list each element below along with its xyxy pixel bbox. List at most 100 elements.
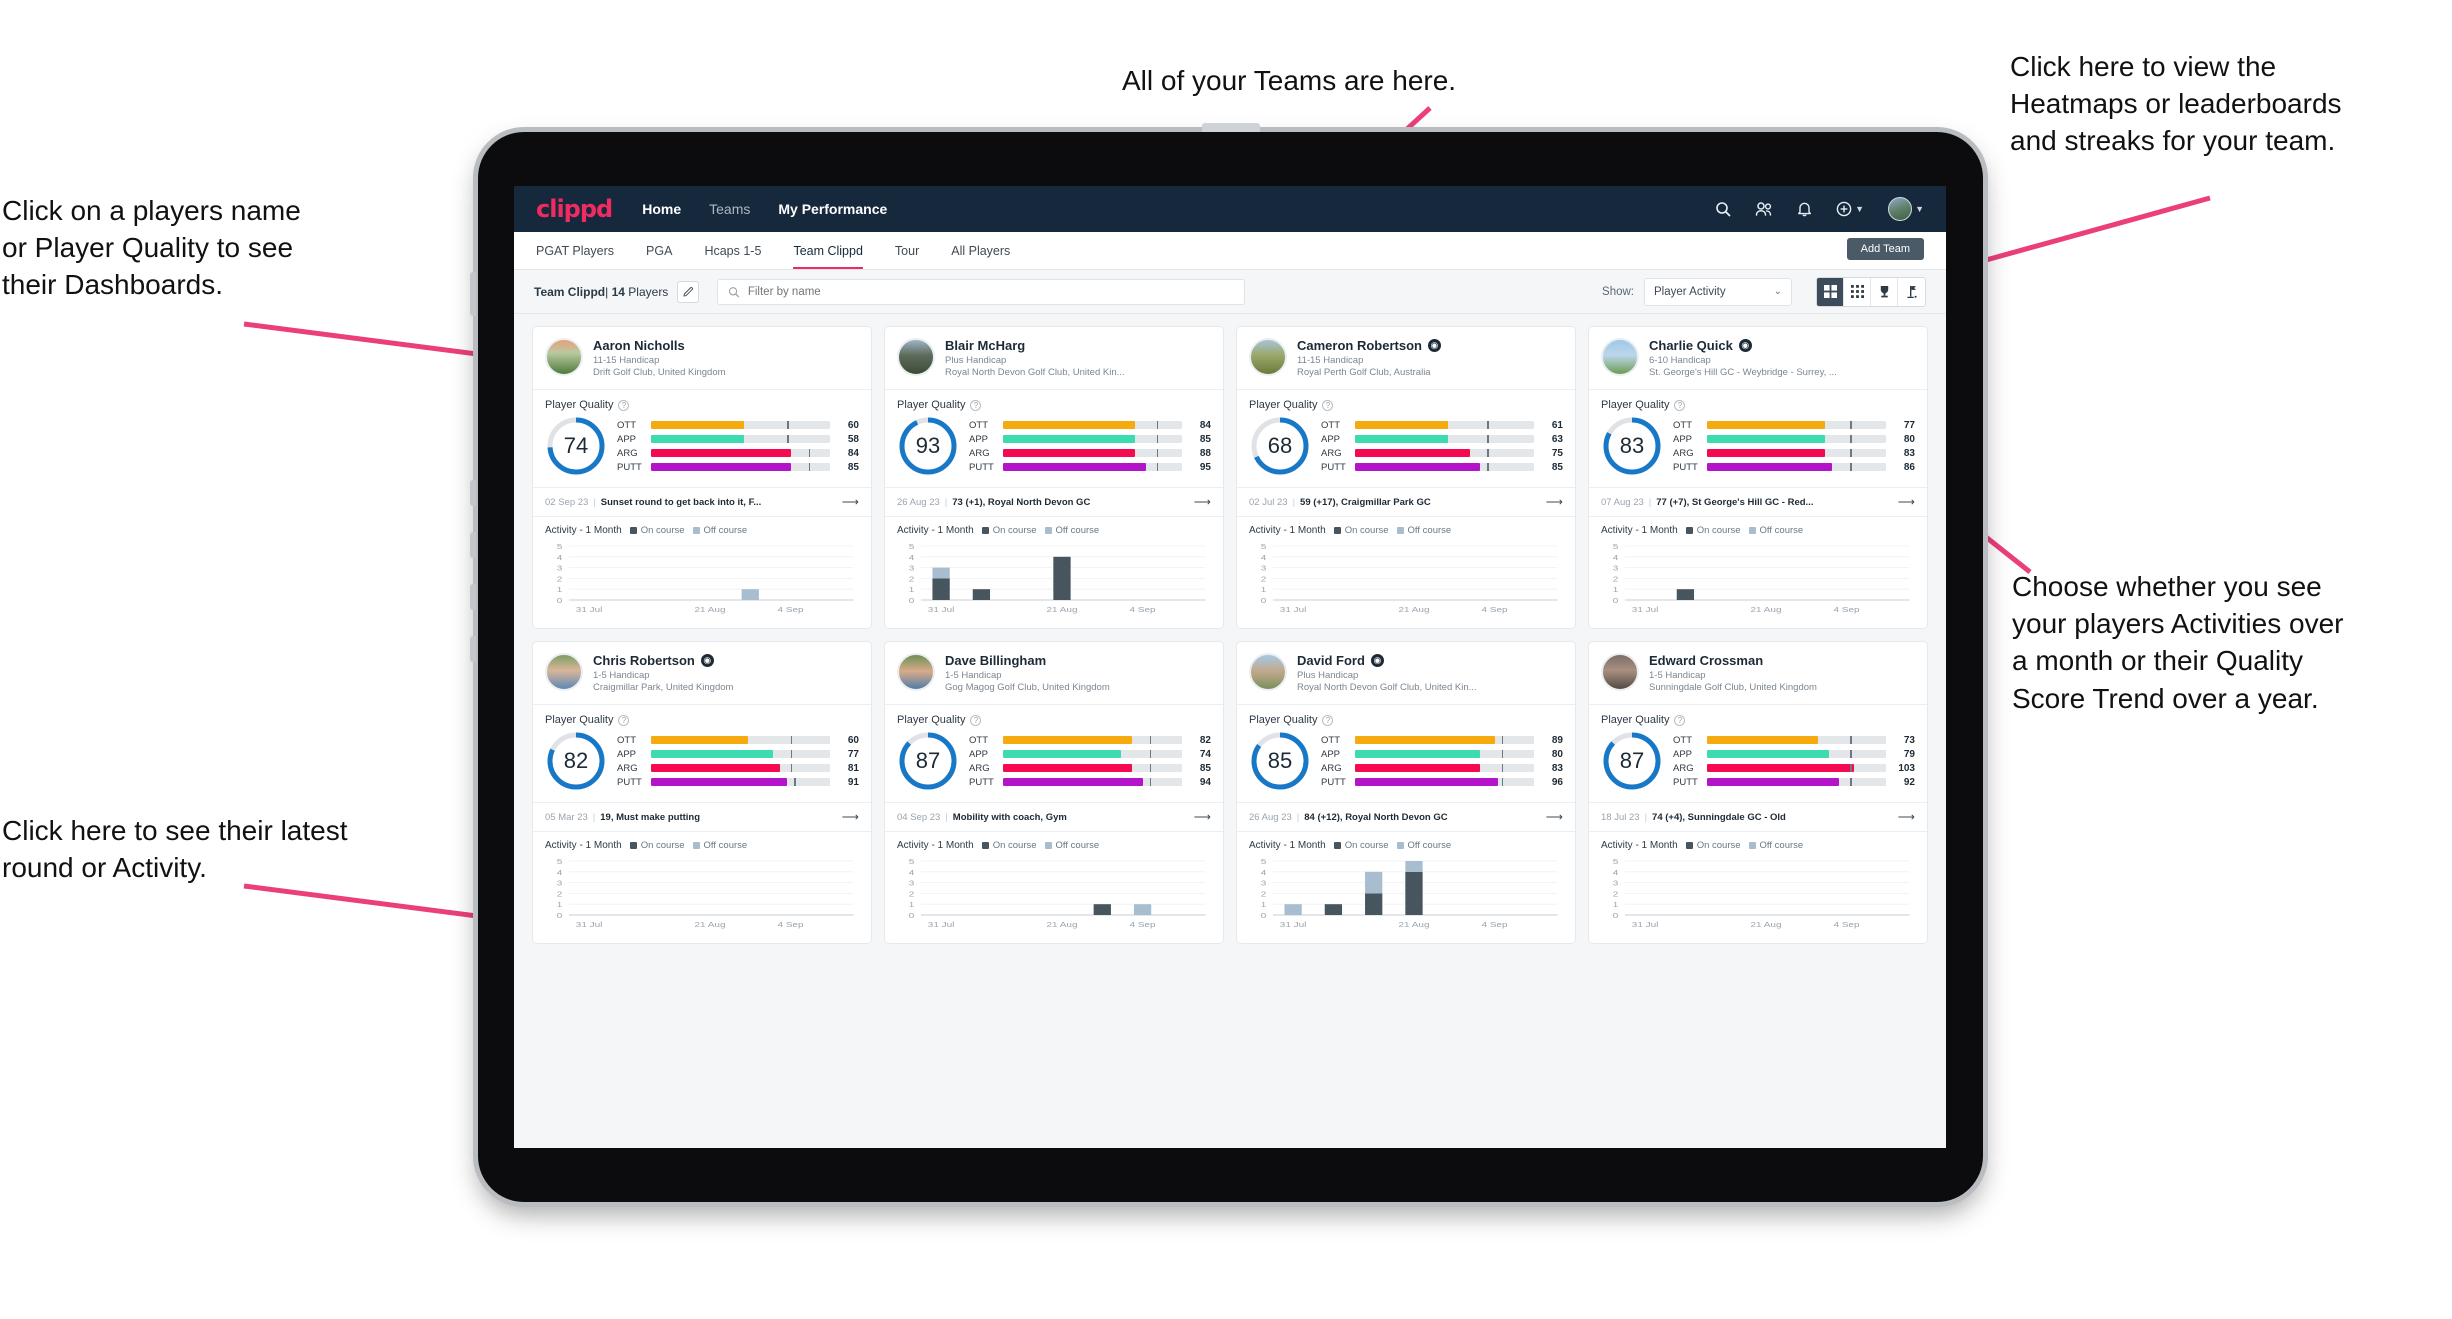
tab-tour[interactable]: Tour xyxy=(895,232,919,269)
legend-on-course: On course xyxy=(981,840,1037,851)
player-card-header[interactable]: Aaron Nicholls 11-15 Handicap Drift Golf… xyxy=(533,327,871,389)
tab-pga[interactable]: PGA xyxy=(646,232,672,269)
help-icon[interactable]: ? xyxy=(1674,399,1686,411)
player-name-row[interactable]: Dave Billingham xyxy=(945,653,1110,668)
people-icon[interactable] xyxy=(1755,201,1773,217)
arrow-right-icon[interactable]: ⟶ xyxy=(842,810,859,824)
latest-round-row[interactable]: 02 Sep 23 | Sunset round to get back int… xyxy=(533,487,871,517)
player-quality-ring[interactable]: 87 xyxy=(1601,730,1663,792)
player-quality-ring[interactable]: 87 xyxy=(897,730,959,792)
player-card-header[interactable]: David Ford ◉ Plus Handicap Royal North D… xyxy=(1237,642,1575,704)
player-quality-ring[interactable]: 93 xyxy=(897,415,959,477)
player-avatar[interactable] xyxy=(1601,338,1639,376)
arrow-right-icon[interactable]: ⟶ xyxy=(842,495,859,509)
player-name-row[interactable]: Edward Crossman xyxy=(1649,653,1817,668)
player-card-header[interactable]: Charlie Quick ◉ 6-10 Handicap St. George… xyxy=(1589,327,1927,389)
arrow-right-icon[interactable]: ⟶ xyxy=(1546,495,1563,509)
player-name[interactable]: Charlie Quick xyxy=(1649,338,1733,353)
tab-pgat-players[interactable]: PGAT Players xyxy=(536,232,614,269)
nav-link-teams[interactable]: Teams xyxy=(709,201,750,217)
search-icon[interactable] xyxy=(1715,201,1731,217)
player-card[interactable]: Chris Robertson ◉ 1-5 Handicap Craigmill… xyxy=(532,641,872,944)
player-card[interactable]: David Ford ◉ Plus Handicap Royal North D… xyxy=(1236,641,1576,944)
player-name[interactable]: Aaron Nicholls xyxy=(593,338,685,353)
arrow-right-icon[interactable]: ⟶ xyxy=(1898,495,1915,509)
player-card[interactable]: Aaron Nicholls 11-15 Handicap Drift Golf… xyxy=(532,326,872,629)
nav-link-home[interactable]: Home xyxy=(642,201,681,217)
tab-team-clippd[interactable]: Team Clippd xyxy=(793,232,864,269)
player-card[interactable]: Edward Crossman 1-5 Handicap Sunningdale… xyxy=(1588,641,1928,944)
latest-round-row[interactable]: 05 Mar 23 | 19, Must make putting ⟶ xyxy=(533,802,871,832)
player-name[interactable]: Edward Crossman xyxy=(1649,653,1763,668)
latest-round-row[interactable]: 18 Jul 23 | 74 (+4), Sunningdale GC - Ol… xyxy=(1589,802,1927,832)
avatar[interactable]: ▼ xyxy=(1888,197,1924,221)
arrow-right-icon[interactable]: ⟶ xyxy=(1898,810,1915,824)
player-card-header[interactable]: Dave Billingham 1-5 Handicap Gog Magog G… xyxy=(885,642,1223,704)
latest-round-row[interactable]: 07 Aug 23 | 77 (+7), St George's Hill GC… xyxy=(1589,487,1927,517)
clippd-logo[interactable]: clippd xyxy=(536,195,613,223)
help-icon[interactable]: ? xyxy=(970,714,982,726)
player-card-header[interactable]: Cameron Robertson ◉ 11-15 Handicap Royal… xyxy=(1237,327,1575,389)
legend-on-course: On course xyxy=(1685,840,1741,851)
arrow-right-icon[interactable]: ⟶ xyxy=(1546,810,1563,824)
view-toggle-heatmap[interactable] xyxy=(1898,278,1925,306)
player-name[interactable]: Cameron Robertson xyxy=(1297,338,1422,353)
player-avatar[interactable] xyxy=(897,653,935,691)
player-card[interactable]: Cameron Robertson ◉ 11-15 Handicap Royal… xyxy=(1236,326,1576,629)
svg-text:4 Sep: 4 Sep xyxy=(1834,605,1860,613)
player-name-row[interactable]: Blair McHarg xyxy=(945,338,1125,353)
player-avatar[interactable] xyxy=(1601,653,1639,691)
view-toggle-grid-large[interactable] xyxy=(1817,277,1844,306)
player-card[interactable]: Charlie Quick ◉ 6-10 Handicap St. George… xyxy=(1588,326,1928,629)
player-name-row[interactable]: Aaron Nicholls xyxy=(593,338,726,353)
bell-icon[interactable] xyxy=(1797,201,1812,217)
latest-round-row[interactable]: 26 Aug 23 | 73 (+1), Royal North Devon G… xyxy=(885,487,1223,517)
device-volume-button xyxy=(470,480,476,506)
player-card-header[interactable]: Edward Crossman 1-5 Handicap Sunningdale… xyxy=(1589,642,1927,704)
latest-round-row[interactable]: 26 Aug 23 | 84 (+12), Royal North Devon … xyxy=(1237,802,1575,832)
player-avatar[interactable] xyxy=(897,338,935,376)
player-quality-ring[interactable]: 83 xyxy=(1601,415,1663,477)
tab-hcaps-1-5[interactable]: Hcaps 1-5 xyxy=(704,232,761,269)
player-name-row[interactable]: Chris Robertson ◉ xyxy=(593,653,733,668)
help-icon[interactable]: ? xyxy=(618,399,630,411)
player-name[interactable]: Dave Billingham xyxy=(945,653,1046,668)
search-box[interactable] xyxy=(717,278,1246,305)
edit-team-button[interactable] xyxy=(677,280,700,303)
help-icon[interactable]: ? xyxy=(1674,714,1686,726)
player-name-row[interactable]: Cameron Robertson ◉ xyxy=(1297,338,1441,353)
arrow-right-icon[interactable]: ⟶ xyxy=(1194,495,1211,509)
plus-circle-icon[interactable]: ▼ xyxy=(1836,201,1864,217)
player-name-row[interactable]: David Ford ◉ xyxy=(1297,653,1477,668)
player-avatar[interactable] xyxy=(545,338,583,376)
player-avatar[interactable] xyxy=(1249,653,1287,691)
player-quality-ring[interactable]: 82 xyxy=(545,730,607,792)
help-icon[interactable]: ? xyxy=(970,399,982,411)
player-quality-ring[interactable]: 85 xyxy=(1249,730,1311,792)
show-select[interactable]: Player Activity ⌄ xyxy=(1644,277,1792,306)
latest-round-row[interactable]: 04 Sep 23 | Mobility with coach, Gym ⟶ xyxy=(885,802,1223,832)
help-icon[interactable]: ? xyxy=(618,714,630,726)
latest-round-row[interactable]: 02 Jul 23 | 59 (+17), Craigmillar Park G… xyxy=(1237,487,1575,517)
add-team-button[interactable]: Add Team xyxy=(1846,238,1924,260)
help-icon[interactable]: ? xyxy=(1322,399,1334,411)
player-name[interactable]: Chris Robertson xyxy=(593,653,695,668)
player-quality-ring[interactable]: 74 xyxy=(545,415,607,477)
help-icon[interactable]: ? xyxy=(1322,714,1334,726)
player-name[interactable]: Blair McHarg xyxy=(945,338,1025,353)
tab-all-players[interactable]: All Players xyxy=(951,232,1010,269)
player-avatar[interactable] xyxy=(545,653,583,691)
player-name[interactable]: David Ford xyxy=(1297,653,1365,668)
player-card-header[interactable]: Blair McHarg Plus Handicap Royal North D… xyxy=(885,327,1223,389)
player-avatar[interactable] xyxy=(1249,338,1287,376)
arrow-right-icon[interactable]: ⟶ xyxy=(1194,810,1211,824)
view-toggle-leaderboard[interactable] xyxy=(1871,277,1898,306)
search-input[interactable] xyxy=(747,285,1235,298)
view-toggle-grid-small[interactable] xyxy=(1844,277,1871,306)
player-quality-ring[interactable]: 68 xyxy=(1249,415,1311,477)
player-card[interactable]: Dave Billingham 1-5 Handicap Gog Magog G… xyxy=(884,641,1224,944)
player-card-header[interactable]: Chris Robertson ◉ 1-5 Handicap Craigmill… xyxy=(533,642,871,704)
nav-link-my-performance[interactable]: My Performance xyxy=(778,201,887,217)
player-card[interactable]: Blair McHarg Plus Handicap Royal North D… xyxy=(884,326,1224,629)
player-name-row[interactable]: Charlie Quick ◉ xyxy=(1649,338,1837,353)
